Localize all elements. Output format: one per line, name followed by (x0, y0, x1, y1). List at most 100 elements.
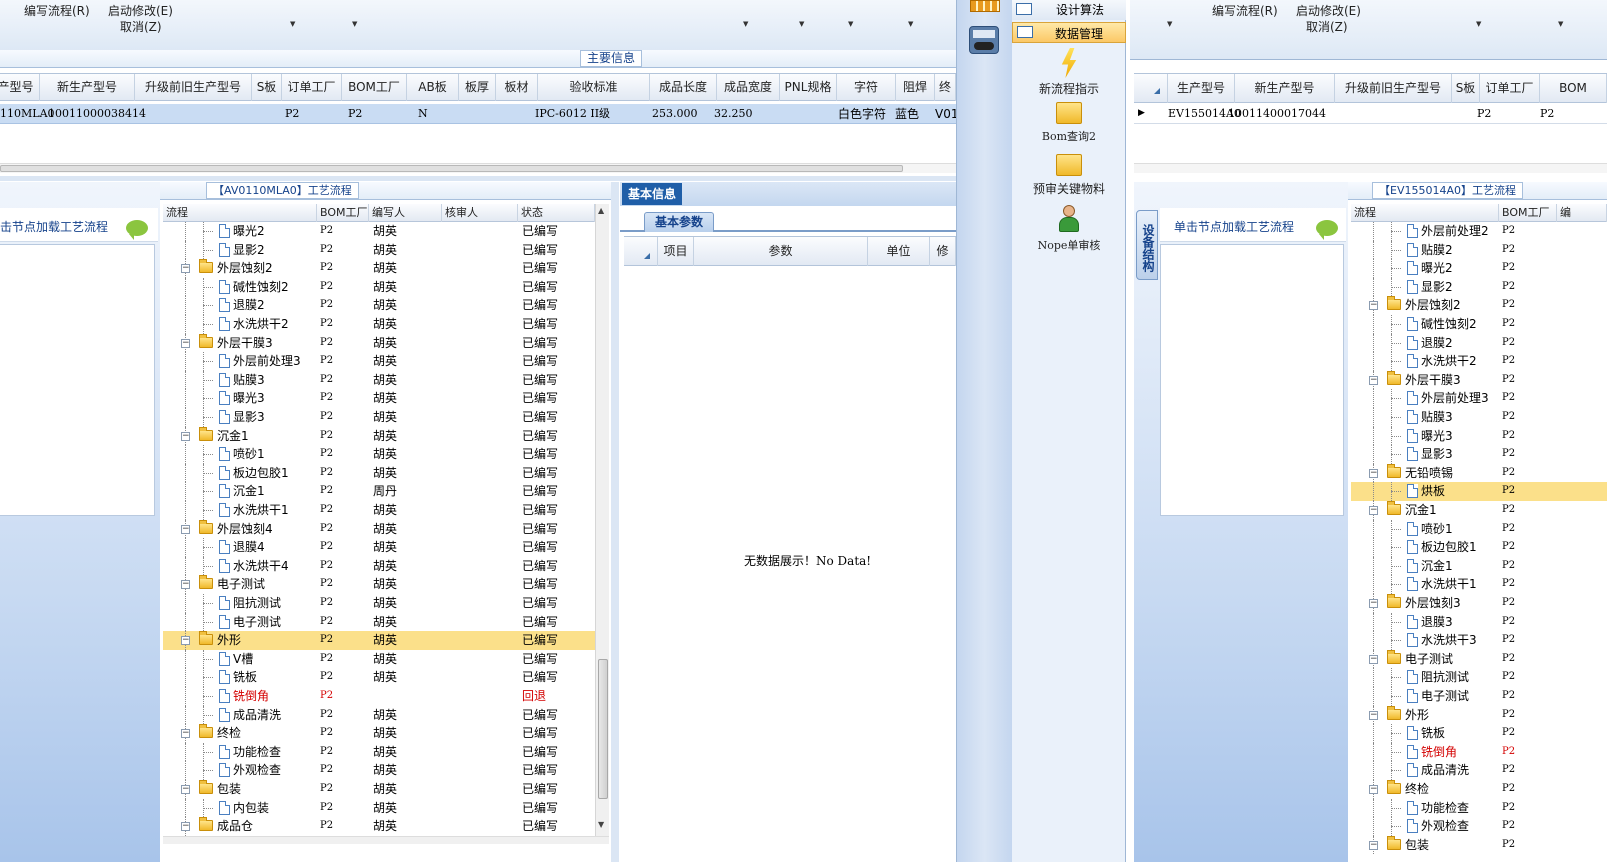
grid-column-header[interactable]: S板 (252, 74, 282, 101)
tree-node-label[interactable]: 电子测试 (1405, 650, 1499, 669)
tree-node-label[interactable]: 外层蚀刻2 (1405, 296, 1499, 315)
tree-node-label[interactable]: 外形 (217, 631, 317, 650)
tree-row[interactable]: 曝光3 P2 (1351, 426, 1607, 446)
tree-node-label[interactable]: 显影2 (1421, 278, 1499, 297)
right-grid-hscroll[interactable] (1134, 163, 1607, 173)
collapse-toggle-icon[interactable]: − (1369, 301, 1378, 311)
tree-row[interactable]: 电子测试 P2 胡英 已编写 (163, 612, 595, 632)
tree-node-label[interactable]: 铣倒角 (1421, 743, 1499, 762)
collapse-toggle-icon[interactable]: − (181, 785, 190, 794)
tree-row[interactable]: − 沉金1 P2 胡英 已编写 (163, 426, 595, 446)
tree-row[interactable]: 外层前处理3 P2 (1351, 389, 1607, 408)
grid-cell[interactable]: P2 (1540, 104, 1554, 124)
tree-row[interactable]: 退膜2 P2 胡英 已编写 (163, 296, 595, 315)
tree-node-label[interactable]: 终检 (1405, 780, 1499, 799)
grid-cell[interactable]: P2 (348, 104, 362, 124)
tree-node-label[interactable]: 退膜2 (1421, 334, 1499, 353)
tree-row[interactable]: 外层前处理2 P2 (1351, 222, 1607, 241)
tree-row[interactable]: 显影3 P2 (1351, 445, 1607, 464)
collapse-toggle-icon[interactable]: − (181, 822, 190, 832)
tree-node-label[interactable]: 外层前处理2 (1421, 222, 1499, 241)
tree-row[interactable]: − 包装 P2 胡英 已编写 (163, 780, 595, 799)
grid-column-header[interactable]: 项目 (658, 237, 694, 266)
tree-node-label[interactable]: 外层前处理3 (233, 352, 317, 371)
tree-row[interactable]: − 外层蚀刻4 P2 胡英 已编写 (163, 519, 595, 539)
grid-column-header[interactable]: 修 (930, 237, 956, 266)
tree-row[interactable]: 功能检查 P2 (1351, 798, 1607, 818)
grid-column-header[interactable]: 字符 (837, 74, 896, 101)
grid-column-header[interactable]: 成品宽度 (717, 74, 780, 101)
tree-node-label[interactable]: 铣倒角 (233, 687, 317, 706)
dropdown-arrow-icon[interactable]: ▼ (799, 20, 804, 28)
tree-node-label[interactable]: 水洗烘干1 (233, 501, 317, 520)
start-modify-button[interactable]: 启动修改(E) (108, 2, 173, 19)
toolbar-grid-icon[interactable] (970, 0, 1000, 12)
tab-equipment-structure[interactable]: 设备结构 (1136, 210, 1158, 280)
tree-column-header[interactable]: 状态 (518, 204, 595, 222)
left-tree-scrollbar[interactable]: ▲ ▼ (595, 204, 609, 836)
tree-node-label[interactable]: 水洗烘干2 (1421, 352, 1499, 371)
tree-node-label[interactable]: 板边包胶1 (1421, 538, 1499, 557)
tool-nope-review[interactable]: Nope单审核 (1014, 205, 1124, 253)
dropdown-arrow-icon[interactable]: ▼ (1476, 20, 1481, 28)
tree-row[interactable]: 沉金1 P2 (1351, 556, 1607, 576)
tree-node-label[interactable]: 喷砂1 (1421, 520, 1499, 539)
tree-row[interactable]: 喷砂1 P2 (1351, 519, 1607, 539)
tree-node-label[interactable]: 成品清洗 (233, 706, 317, 725)
splitter[interactable] (0, 176, 956, 181)
tree-node-label[interactable]: 功能检查 (1421, 799, 1499, 818)
collapse-toggle-icon[interactable]: − (1369, 506, 1378, 515)
tab-basic-info[interactable]: 基本信息 (622, 183, 683, 205)
dropdown-arrow-icon[interactable]: ▼ (352, 20, 357, 28)
speech-bubble-icon[interactable] (1316, 220, 1338, 240)
grid-column-header[interactable]: BOM (1540, 74, 1607, 103)
tree-node-label[interactable]: 水洗烘干2 (233, 315, 317, 334)
tree-node-label[interactable]: 外形 (1405, 706, 1499, 725)
tree-row[interactable]: − 电子测试 P2 (1351, 649, 1607, 669)
tree-row[interactable]: 曝光3 P2 胡英 已编写 (163, 389, 595, 408)
grid-cell[interactable]: N (418, 104, 428, 124)
tab-basic-params[interactable]: 基本参数 (644, 212, 715, 232)
collapse-toggle-icon[interactable]: − (1369, 375, 1378, 385)
speech-bubble-icon[interactable] (126, 220, 148, 240)
tree-row[interactable]: 外观检查 P2 胡英 已编写 (163, 761, 595, 780)
tree-node-label[interactable]: 曝光3 (1421, 427, 1499, 446)
tree-row[interactable]: 贴膜3 P2 胡英 已编写 (163, 370, 595, 390)
tree-row[interactable]: 功能检查 P2 胡英 已编写 (163, 742, 595, 762)
grid-column-header[interactable]: 升级前旧生产型号 (135, 74, 252, 101)
collapse-toggle-icon[interactable]: − (181, 431, 190, 441)
tree-row[interactable]: 退膜4 P2 胡英 已编写 (163, 538, 595, 557)
tool-new-flow[interactable]: 新流程指示 (1014, 48, 1124, 97)
grid-cell[interactable]: IPC-6012 II级 (535, 104, 610, 124)
grid-column-header[interactable]: BOM工厂 (342, 74, 407, 101)
tree-column-header[interactable]: 流程 (163, 204, 317, 222)
scroll-up-icon[interactable]: ▲ (598, 206, 604, 215)
tree-node-label[interactable]: V槽 (233, 650, 317, 669)
tree-column-header[interactable]: 编 (1557, 204, 1607, 222)
tree-node-label[interactable]: 贴膜3 (1421, 408, 1499, 427)
tree-node-label[interactable]: 铣板 (1421, 724, 1499, 743)
write-flow-button[interactable]: 编写流程(R) (1212, 2, 1278, 19)
dropdown-arrow-icon[interactable]: ▼ (743, 20, 748, 28)
right-flow-tree[interactable]: 流程 BOM工厂编外层前处理2 P2 贴膜2 P2 曝光2 P2 显影2 P2− 外层蚀刻2 P2 碱… (1351, 204, 1607, 862)
tree-node-label[interactable]: 烘板 (1421, 482, 1499, 501)
tree-row[interactable]: − 电子测试 P2 胡英 已编写 (163, 575, 595, 594)
tree-row[interactable]: 烘板 P2 (1351, 482, 1607, 501)
tree-row[interactable]: 内包装 P2 胡英 已编写 (163, 798, 595, 818)
scroll-down-icon[interactable]: ▼ (598, 820, 604, 829)
tree-node-label[interactable]: 显影2 (233, 241, 317, 260)
tree-node-label[interactable]: 铣板 (233, 668, 317, 687)
tree-row[interactable]: 成品清洗 P2 胡英 已编写 (163, 705, 595, 725)
dropdown-arrow-icon[interactable]: ▼ (908, 20, 913, 28)
tree-node-label[interactable]: 内包装 (233, 799, 317, 818)
tree-column-header[interactable]: 流程 (1351, 204, 1499, 222)
tree-column-header[interactable]: 核审人 (442, 204, 518, 222)
tree-node-label[interactable]: 退膜4 (233, 538, 317, 557)
tree-row[interactable]: 成品清洗 P2 (1351, 761, 1607, 780)
tree-row[interactable]: − 终检 P2 (1351, 780, 1607, 799)
tree-row[interactable]: 碱性蚀刻2 P2 (1351, 315, 1607, 334)
tree-row[interactable]: − 外层干膜3 P2 胡英 已编写 (163, 333, 595, 353)
nav-item-design[interactable]: 设计算法 (1012, 0, 1126, 20)
tree-node-label[interactable]: 沉金1 (217, 427, 317, 446)
tree-node-label[interactable]: 碱性蚀刻2 (233, 278, 317, 297)
